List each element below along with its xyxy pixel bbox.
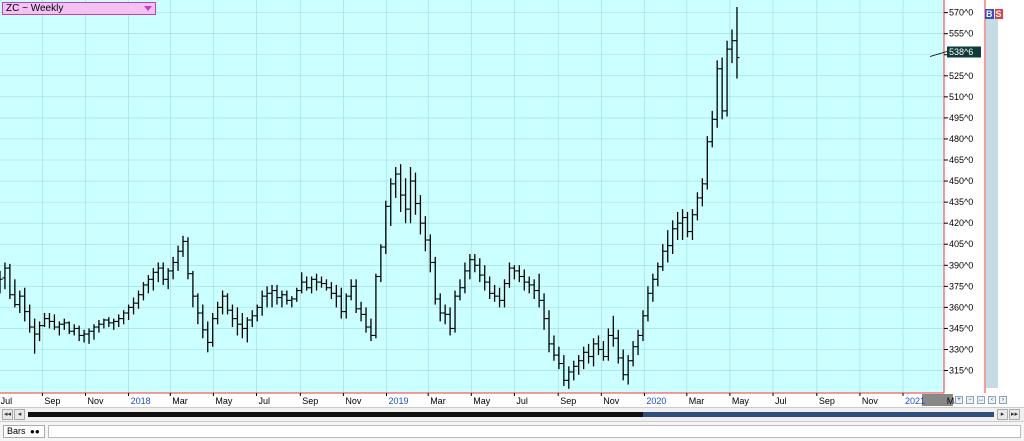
y-tick-label: 315^0 — [949, 366, 973, 376]
price-chart[interactable]: 315^0 330^0 345^0 360^0 375^0 390^0 405^0 420^0… — [0, 0, 1024, 441]
link-icon: ●● — [30, 427, 40, 436]
bars-tab[interactable]: Bars ●● — [3, 425, 45, 438]
x-tick-label: Sep — [44, 396, 60, 406]
scroll-prev-icon[interactable]: ◂ — [14, 409, 25, 420]
x-tick-label: Jul — [516, 396, 528, 406]
y-tick-label: 360^0 — [949, 302, 973, 312]
status-field — [48, 425, 1021, 438]
sell-button[interactable]: S — [994, 9, 1003, 19]
y-tick-label: 510^0 — [949, 92, 973, 102]
y-tick-label: 420^0 — [949, 218, 973, 228]
chevron-down-icon[interactable] — [144, 6, 152, 11]
y-tick-label: 390^0 — [949, 260, 973, 270]
x-tick-label: Jul — [1, 396, 13, 406]
symbol-selector[interactable]: ZC ~ Weekly — [2, 2, 156, 15]
y-tick-label: 405^0 — [949, 239, 973, 249]
y-tick-label: 330^0 — [949, 344, 973, 354]
x-tick-label: 2021 — [905, 396, 925, 406]
x-tick-label: May — [732, 396, 750, 406]
x-tick-label: Jul — [775, 396, 787, 406]
x-tick-label: Jul — [258, 396, 270, 406]
x-tick-label: Sep — [560, 396, 576, 406]
y-tick-label: 555^0 — [949, 29, 973, 39]
price-axis-scroll[interactable] — [986, 16, 998, 388]
x-tick-label: Mar — [430, 396, 446, 406]
chart-tool-icons: + − ↔ ‹ › — [955, 396, 1007, 404]
x-tick-label: Nov — [345, 396, 362, 406]
x-tick-label: Mar — [172, 396, 188, 406]
y-tick-label: 465^0 — [949, 155, 973, 165]
y-tick-label: 525^0 — [949, 71, 973, 81]
x-tick-label: Nov — [862, 396, 879, 406]
scroll-thumb[interactable] — [643, 412, 994, 417]
scroll-next-icon[interactable]: ▸ — [997, 409, 1008, 420]
x-tick-label: 2018 — [131, 396, 151, 406]
x-tick-label: Nov — [87, 396, 104, 406]
status-bar: Bars ●● — [0, 421, 1024, 441]
scroll-track[interactable] — [28, 412, 994, 417]
y-tick-label: 375^0 — [949, 281, 973, 291]
x-tick-label: Sep — [819, 396, 835, 406]
y-tick-label: 480^0 — [949, 134, 973, 144]
x-tick-label: Mar — [689, 396, 705, 406]
zoom-in-icon[interactable]: + — [955, 396, 963, 404]
time-scrollbar[interactable]: ◂◂ ◂ ▸ ▸▸ — [0, 407, 1024, 421]
y-tick-label: 450^0 — [949, 176, 973, 186]
y-tick-label: 570^0 — [949, 8, 973, 18]
y-tick-label: 345^0 — [949, 323, 973, 333]
fit-icon[interactable]: ↔ — [977, 396, 985, 404]
scroll-right-icon[interactable]: › — [999, 396, 1007, 404]
bars-tab-label: Bars — [7, 426, 26, 436]
scroll-left-icon[interactable]: ‹ — [988, 396, 996, 404]
scroll-first-icon[interactable]: ◂◂ — [2, 409, 13, 420]
buy-button[interactable]: B — [985, 9, 994, 19]
x-tick-label: Sep — [302, 396, 318, 406]
x-tick-label: 2019 — [389, 396, 409, 406]
scroll-last-icon[interactable]: ▸▸ — [1009, 409, 1020, 420]
x-tick-label: May — [473, 396, 491, 406]
zoom-out-icon[interactable]: − — [966, 396, 974, 404]
buy-sell-buttons: BS — [985, 9, 1003, 19]
x-tick-label: Nov — [603, 396, 620, 406]
symbol-title: ZC ~ Weekly — [6, 3, 64, 14]
last-price-label: 538^6 — [949, 47, 973, 57]
y-tick-label: 435^0 — [949, 197, 973, 207]
y-tick-label: 495^0 — [949, 113, 973, 123]
x-tick-label: 2020 — [646, 396, 666, 406]
x-tick-label: May — [215, 396, 233, 406]
plot-area[interactable] — [0, 0, 944, 393]
